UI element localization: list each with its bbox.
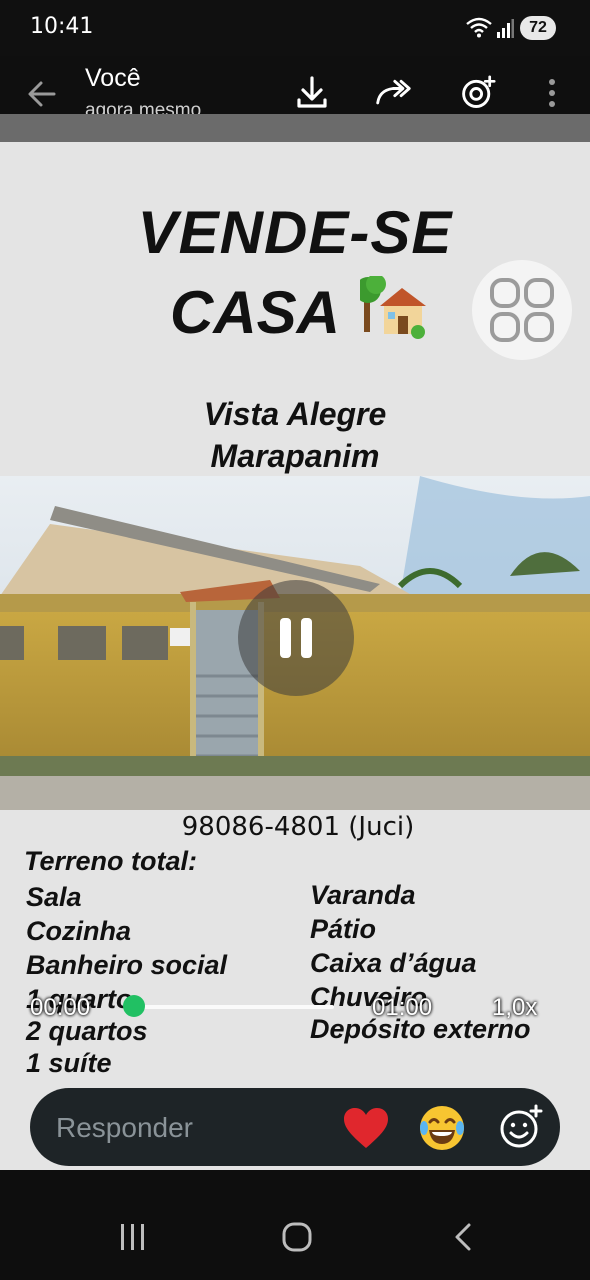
- headline-line-2: CASA: [169, 279, 340, 346]
- battery-indicator: 72: [520, 16, 556, 40]
- forward-icon[interactable]: [375, 74, 411, 112]
- more-icon[interactable]: [540, 74, 564, 112]
- playback-speed-button[interactable]: 1,0x: [492, 994, 537, 1022]
- add-status-icon[interactable]: [460, 74, 496, 112]
- heart-icon[interactable]: [342, 1106, 390, 1150]
- reply-bar[interactable]: Responder: [30, 1088, 560, 1166]
- wifi-icon: [466, 17, 492, 38]
- signal-icon: [497, 19, 514, 38]
- emoji-add-icon[interactable]: [498, 1104, 544, 1150]
- house-with-tree-icon: [360, 276, 426, 339]
- feature-item: Caixa d’água: [310, 948, 477, 978]
- layout-grid-button[interactable]: [472, 260, 572, 360]
- seek-bar[interactable]: [134, 1005, 334, 1009]
- reply-input[interactable]: Responder: [56, 1112, 193, 1144]
- location-line-1: Vista Alegre: [203, 396, 387, 432]
- grid-icon: [490, 278, 554, 342]
- feature-item: Varanda: [310, 880, 416, 910]
- feature-item: 1 suíte: [26, 1048, 112, 1078]
- seek-thumb[interactable]: [123, 995, 145, 1017]
- location-line-2: Marapanim: [210, 438, 380, 474]
- pause-icon: [280, 618, 312, 658]
- sender-name[interactable]: Você: [85, 64, 141, 93]
- feature-item: Pátio: [310, 914, 377, 944]
- status-time: 10:41: [30, 14, 94, 39]
- feature-item: Sala: [26, 882, 82, 912]
- current-time: 00:00: [30, 994, 91, 1021]
- nav-back-icon[interactable]: [452, 1222, 474, 1252]
- contact-phone: 98086-4801 (Juci): [181, 812, 415, 842]
- pause-button[interactable]: [238, 580, 354, 696]
- total-time: 01:00: [372, 994, 433, 1021]
- status-bar: 10:41 72: [0, 0, 590, 56]
- feature-item: Banheiro social: [26, 950, 228, 980]
- laughing-emoji-icon[interactable]: [418, 1104, 466, 1152]
- video-controls: 00:00 01:00 1,0x: [0, 990, 590, 1030]
- recent-apps-icon[interactable]: [118, 1222, 148, 1252]
- headline-line-1: VENDE-SE: [137, 199, 453, 266]
- back-icon[interactable]: [24, 76, 60, 112]
- system-nav-bar: [0, 1170, 590, 1280]
- home-icon[interactable]: [282, 1222, 312, 1252]
- status-viewer-header: Você agora mesmo: [0, 56, 590, 121]
- feature-item: Cozinha: [26, 916, 131, 946]
- status-progress-strip: [0, 114, 590, 142]
- terreno-label: Terreno total:: [24, 846, 198, 876]
- download-icon[interactable]: [294, 74, 330, 112]
